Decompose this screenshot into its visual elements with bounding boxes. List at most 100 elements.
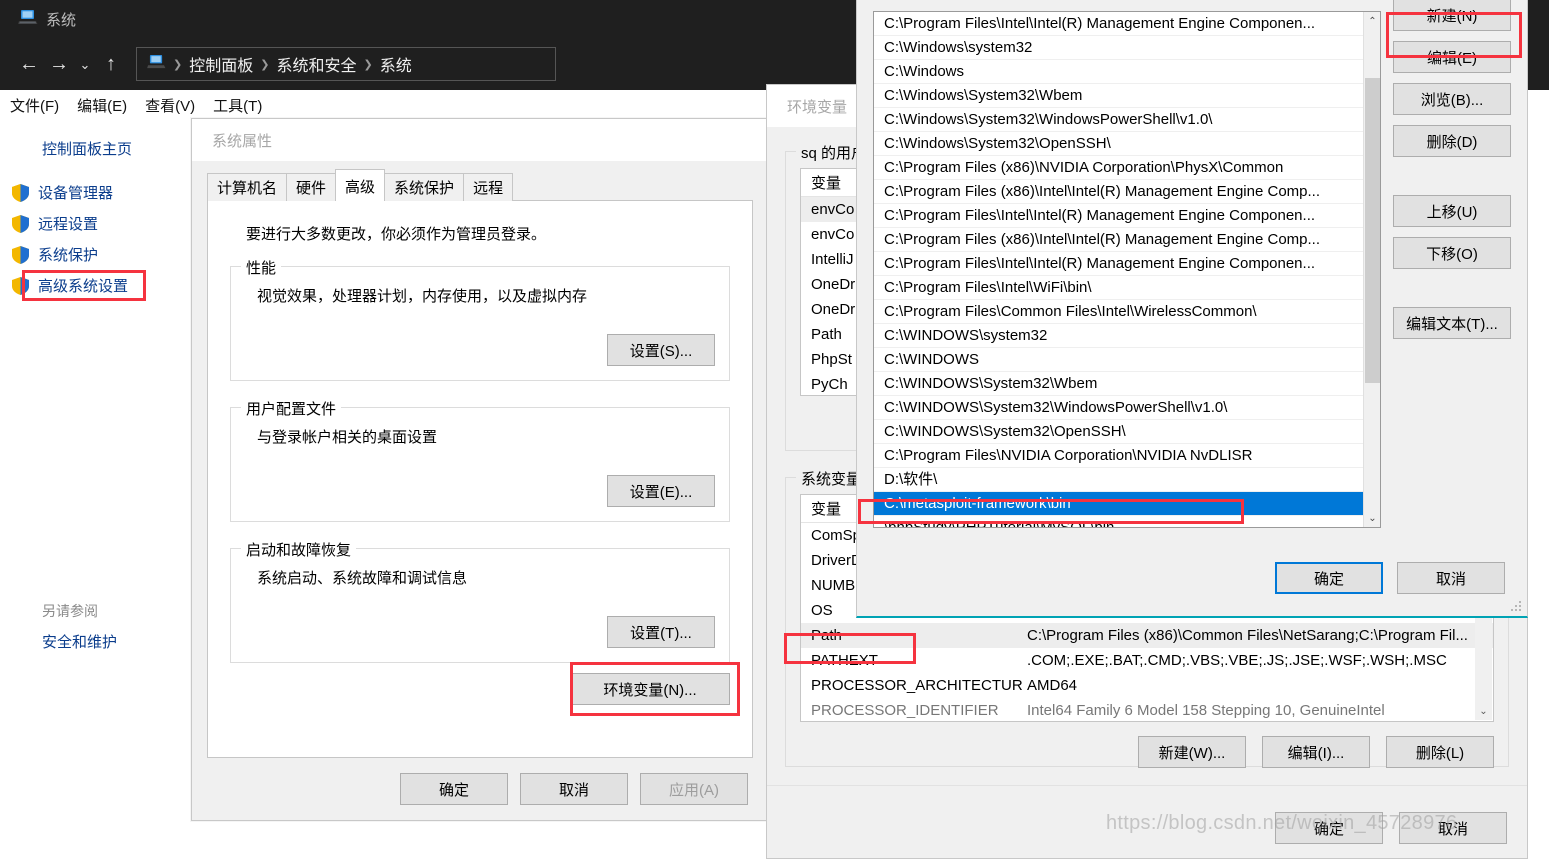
- shield-icon: [12, 184, 29, 202]
- path-entries-listbox[interactable]: C:\Program Files\Intel\Intel(R) Manageme…: [873, 11, 1381, 528]
- path-delete-button[interactable]: 删除(D): [1393, 125, 1511, 157]
- menu-edit[interactable]: 编辑(E): [77, 95, 127, 116]
- path-new-button[interactable]: 新建(N): [1393, 0, 1511, 31]
- recent-locations-button[interactable]: ⌄: [74, 49, 96, 79]
- sidebar-item-label: 高级系统设置: [38, 275, 128, 296]
- path-entry[interactable]: C:\Windows\System32\Wbem: [874, 84, 1363, 108]
- breadcrumb-item-control-panel[interactable]: 控制面板: [189, 52, 253, 76]
- system-variables-buttons: 新建(W)... 编辑(I)... 删除(L): [800, 736, 1494, 768]
- system-edit-button[interactable]: 编辑(I)...: [1262, 736, 1370, 768]
- breadcrumb-item-system-and-security[interactable]: 系统和安全: [276, 52, 356, 76]
- system-properties-tabs: 计算机名 硬件 高级 系统保护 远程: [207, 169, 768, 201]
- path-entry[interactable]: C:\Program Files (x86)\Intel\Intel(R) Ma…: [874, 180, 1363, 204]
- sidebar-item-remote-settings[interactable]: 远程设置: [0, 208, 190, 239]
- path-entry[interactable]: C:\Program Files\Intel\Intel(R) Manageme…: [874, 12, 1363, 36]
- chevron-up-icon[interactable]: ⌃: [1364, 12, 1381, 30]
- path-entry[interactable]: C:\Windows\System32\OpenSSH\: [874, 132, 1363, 156]
- breadcrumb[interactable]: ❯ 控制面板 ❯ 系统和安全 ❯ 系统: [136, 47, 556, 81]
- table-row[interactable]: PathC:\Program Files (x86)\Common Files\…: [801, 623, 1493, 648]
- path-entry[interactable]: C:\Windows: [874, 60, 1363, 84]
- path-move-up-button[interactable]: 上移(U): [1393, 195, 1511, 227]
- admin-notice-text: 要进行大多数更改，你必须作为管理员登录。: [208, 201, 752, 244]
- path-edit-button[interactable]: 编辑(E): [1393, 41, 1511, 73]
- scrollbar-thumb[interactable]: [1365, 78, 1380, 383]
- path-entry[interactable]: C:\Windows\System32\WindowsPowerShell\v1…: [874, 108, 1363, 132]
- path-entry[interactable]: C:\WINDOWS\System32\WindowsPowerShell\v1…: [874, 396, 1363, 420]
- user-profiles-settings-button[interactable]: 设置(E)...: [607, 475, 715, 507]
- edit-dialog-footer: 确定 取消: [1275, 562, 1505, 594]
- divider: [767, 785, 1527, 786]
- sidebar-item-device-manager[interactable]: 设备管理器: [0, 177, 190, 208]
- tab-advanced[interactable]: 高级: [335, 169, 385, 201]
- see-also-heading: 另请参阅: [0, 601, 190, 621]
- sidebar-item-system-protection[interactable]: 系统保护: [0, 239, 190, 270]
- path-entry[interactable]: C:\Program Files (x86)\Intel\Intel(R) Ma…: [874, 228, 1363, 252]
- performance-group: 性能 视觉效果，处理器计划，内存使用，以及虚拟内存 设置(S)...: [230, 266, 730, 381]
- path-entry[interactable]: C:\WINDOWS: [874, 348, 1363, 372]
- control-panel-sidebar: 控制面板主页 设备管理器 远程设置 系统保护 高级系统设置 另请参阅 安全和维护: [0, 120, 190, 720]
- startup-recovery-settings-button[interactable]: 设置(T)...: [607, 616, 715, 648]
- path-entry[interactable]: C:\Program Files\Intel\Intel(R) Manageme…: [874, 252, 1363, 276]
- edit-cancel-button[interactable]: 取消: [1397, 562, 1505, 594]
- path-entry[interactable]: C:\WINDOWS\system32: [874, 324, 1363, 348]
- path-move-down-button[interactable]: 下移(O): [1393, 237, 1511, 269]
- sidebar-item-advanced-system-settings[interactable]: 高级系统设置: [0, 270, 190, 301]
- tab-system-protection[interactable]: 系统保护: [384, 173, 464, 201]
- path-entry[interactable]: C:\metasploit-framework\bin: [874, 492, 1363, 516]
- tab-remote[interactable]: 远程: [463, 173, 513, 201]
- path-entry[interactable]: C:\WINDOWS\System32\OpenSSH\: [874, 420, 1363, 444]
- back-button[interactable]: ←: [14, 49, 44, 79]
- table-row[interactable]: PATHEXT.COM;.EXE;.BAT;.CMD;.VBS;.VBE;.JS…: [801, 648, 1493, 673]
- path-browse-button[interactable]: 浏览(B)...: [1393, 83, 1511, 115]
- ok-button[interactable]: 确定: [400, 773, 508, 805]
- path-entries-list[interactable]: C:\Program Files\Intel\Intel(R) Manageme…: [874, 12, 1363, 527]
- sidebar-item-control-panel-home[interactable]: 控制面板主页: [0, 138, 190, 159]
- cancel-button[interactable]: 取消: [520, 773, 628, 805]
- menu-tools[interactable]: 工具(T): [213, 95, 262, 116]
- edit-ok-button[interactable]: 确定: [1275, 562, 1383, 594]
- user-profiles-group-legend: 用户配置文件: [241, 398, 341, 419]
- sidebar-item-security-and-maintenance[interactable]: 安全和维护: [0, 631, 190, 652]
- menu-file[interactable]: 文件(F): [10, 95, 59, 116]
- path-entry[interactable]: C:\Program Files\Intel\WiFi\bin\: [874, 276, 1363, 300]
- explorer-menubar: 文件(F) 编辑(E) 查看(V) 工具(T): [0, 90, 770, 120]
- path-list-scrollbar[interactable]: ⌃ ⌄: [1363, 12, 1380, 527]
- resize-grip-icon[interactable]: [1509, 599, 1521, 611]
- sidebar-item-label: 远程设置: [38, 213, 98, 234]
- system-new-button[interactable]: 新建(W)...: [1138, 736, 1246, 768]
- path-entry[interactable]: D:\软件\: [874, 468, 1363, 492]
- chevron-right-icon: ❯: [260, 58, 269, 71]
- path-entry[interactable]: C:\Windows\system32: [874, 36, 1363, 60]
- performance-settings-button[interactable]: 设置(S)...: [607, 334, 715, 366]
- chevron-right-icon: ❯: [363, 58, 372, 71]
- path-edit-text-button[interactable]: 编辑文本(T)...: [1393, 307, 1511, 339]
- variable-name: Path: [801, 627, 1023, 644]
- system-delete-button[interactable]: 删除(L): [1386, 736, 1494, 768]
- tab-hardware[interactable]: 硬件: [286, 173, 336, 201]
- environment-variables-button[interactable]: 环境变量(N)...: [570, 673, 730, 705]
- variable-name: PROCESSOR_ARCHITECTURE: [801, 677, 1023, 694]
- menu-view[interactable]: 查看(V): [145, 95, 195, 116]
- path-entry[interactable]: C:\Program Files\NVIDIA Corporation\NVID…: [874, 444, 1363, 468]
- chevron-right-icon: ❯: [173, 58, 182, 71]
- chevron-down-icon[interactable]: ⌄: [1479, 706, 1487, 717]
- path-entry[interactable]: C:\Program Files\Intel\Intel(R) Manageme…: [874, 204, 1363, 228]
- table-row[interactable]: PROCESSOR_ARCHITECTUREAMD64: [801, 673, 1493, 698]
- chevron-down-icon[interactable]: ⌄: [1364, 509, 1381, 527]
- shield-icon: [12, 277, 29, 295]
- path-entry[interactable]: C:\Program Files (x86)\NVIDIA Corporatio…: [874, 156, 1363, 180]
- up-button[interactable]: ↑: [96, 49, 126, 79]
- table-row[interactable]: PROCESSOR_IDENTIFIERIntel64 Family 6 Mod…: [801, 698, 1493, 722]
- user-profiles-group-description: 与登录帐户相关的桌面设置: [245, 426, 715, 447]
- path-entry[interactable]: \phpStudy\PHPTutorial\MySQL\bin: [874, 516, 1363, 528]
- breadcrumb-item-system[interactable]: 系统: [380, 52, 412, 76]
- user-profiles-group: 用户配置文件 与登录帐户相关的桌面设置 设置(E)...: [230, 407, 730, 522]
- path-entry[interactable]: C:\WINDOWS\System32\Wbem: [874, 372, 1363, 396]
- window-title: 系统: [46, 9, 76, 30]
- forward-button[interactable]: →: [44, 49, 74, 79]
- tab-computer-name[interactable]: 计算机名: [207, 173, 287, 201]
- variable-value: Intel64 Family 6 Model 158 Stepping 10, …: [1023, 702, 1385, 719]
- apply-button: 应用(A): [640, 773, 748, 805]
- path-entry[interactable]: C:\Program Files\Common Files\Intel\Wire…: [874, 300, 1363, 324]
- startup-recovery-group-legend: 启动和故障恢复: [241, 539, 356, 560]
